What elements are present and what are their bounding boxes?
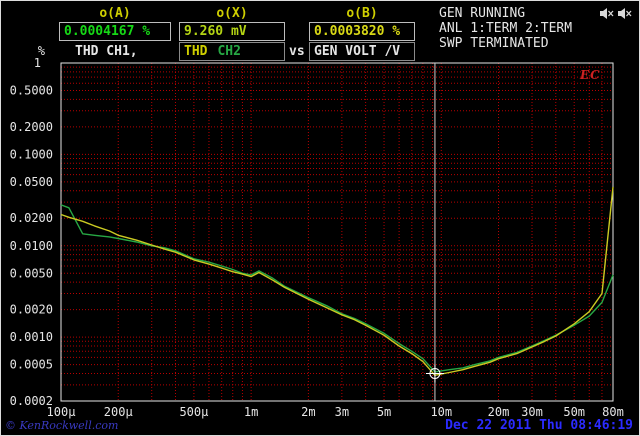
x-tick-label: 10m — [430, 405, 452, 419]
trace-ch2 — [60, 186, 614, 376]
y-axis-unit: % — [38, 44, 46, 58]
x-tick-label: 80m — [602, 405, 624, 419]
x-tick-label: 1m — [244, 405, 258, 419]
x-tick-label: 50m — [563, 405, 585, 419]
y-tick-label: 0.0500 — [10, 175, 53, 189]
y-tick-label: 1 — [34, 56, 41, 70]
y-tick-label: 0.0050 — [10, 266, 53, 280]
y-tick-label: 0.0010 — [10, 330, 53, 344]
x-tick-label: 500µ — [179, 405, 208, 419]
trace-ch1 — [60, 204, 614, 373]
x-tick-label: 3m — [335, 405, 349, 419]
y-tick-label: 0.5000 — [10, 84, 53, 98]
watermark: © KenRockwell.com — [5, 419, 119, 432]
y-tick-label: 0.0005 — [10, 358, 53, 372]
plot-border — [60, 62, 614, 402]
analyzer-panel: o(A) o(X) o(B) 0.0004167 % 9.260 mV 0.00… — [0, 0, 640, 436]
x-tick-label: 2m — [301, 405, 315, 419]
x-tick-label: 5m — [377, 405, 391, 419]
y-tick-label: 0.0002 — [10, 394, 53, 408]
y-tick-label: 0.0020 — [10, 303, 53, 317]
x-tick-label: 30m — [521, 405, 543, 419]
y-tick-label: 0.1000 — [10, 147, 53, 161]
y-tick-label: 0.0100 — [10, 239, 53, 253]
x-tick-label: 200µ — [104, 405, 133, 419]
y-tick-label: 0.2000 — [10, 120, 53, 134]
x-tick-label: 20m — [488, 405, 510, 419]
y-tick-label: 0.0200 — [10, 211, 53, 225]
plot-area[interactable]: 100µ 200µ 500µ 1m 2m 3m 5m 10m 20m 30m 50m 80m10.50… — [1, 1, 640, 436]
ec-logo: EC — [580, 68, 601, 82]
datetime: Dec 22 2011 Thu 08:46:19 — [445, 418, 633, 433]
